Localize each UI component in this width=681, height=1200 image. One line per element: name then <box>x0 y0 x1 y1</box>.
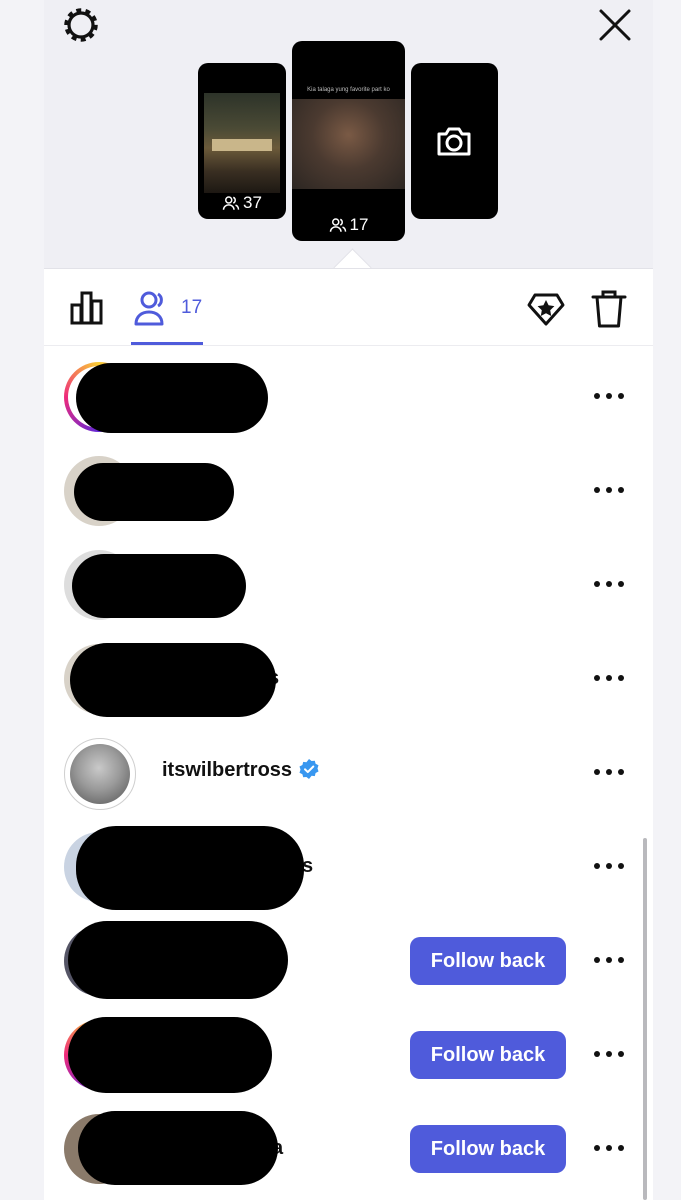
story-1-views: 37 <box>198 193 286 213</box>
tab-viewers[interactable]: 17 <box>131 288 202 328</box>
poster-title-band <box>212 139 272 151</box>
viewer-row[interactable]: s <box>44 821 653 913</box>
viewers-icon <box>222 196 240 210</box>
camera-icon <box>437 127 471 156</box>
redacted-username <box>70 643 276 717</box>
add-story-camera-tile[interactable] <box>411 63 498 219</box>
preview-divider <box>44 268 653 269</box>
more-options-icon[interactable] <box>594 769 624 777</box>
viewer-row[interactable]: itswilbertross <box>44 727 653 819</box>
viewer-row[interactable] <box>44 539 653 631</box>
redacted-username <box>76 826 304 910</box>
story-1-view-count: 37 <box>243 193 262 212</box>
verified-badge-icon <box>299 759 319 779</box>
avatar-image <box>70 744 130 804</box>
more-options-icon[interactable] <box>594 1145 624 1153</box>
redacted-username <box>76 363 268 433</box>
more-options-icon[interactable] <box>594 581 624 589</box>
story-2-caption: Kia talaga yung favorite part ko <box>307 87 390 93</box>
trash-icon[interactable] <box>590 289 628 329</box>
viewer-row[interactable] <box>44 445 653 537</box>
viewers-icon <box>134 291 164 326</box>
redacted-username <box>74 463 234 521</box>
more-options-icon[interactable] <box>594 957 624 965</box>
story-2-photo <box>292 99 405 189</box>
viewer-row[interactable]: a Follow back <box>44 1103 653 1195</box>
viewer-row[interactable]: a Follow back <box>44 915 653 1007</box>
follow-back-button[interactable]: Follow back <box>410 937 566 985</box>
tab-divider <box>44 345 653 346</box>
redacted-username <box>68 921 288 999</box>
redacted-username <box>78 1111 278 1185</box>
close-icon[interactable] <box>596 6 634 44</box>
username-text: itswilbertross <box>162 759 293 781</box>
follow-back-button[interactable]: Follow back <box>410 1031 566 1079</box>
story-thumbnail-1[interactable]: 37 <box>198 63 286 219</box>
redacted-username <box>72 554 246 618</box>
more-options-icon[interactable] <box>594 1051 624 1059</box>
story-thumbnail-2-selected[interactable]: Kia talaga yung favorite part ko 17 <box>292 41 405 241</box>
redacted-username <box>68 1017 272 1093</box>
viewer-row[interactable] <box>44 351 653 443</box>
avatar[interactable] <box>64 738 136 810</box>
story-2-view-count: 17 <box>349 215 369 234</box>
scrollbar[interactable] <box>643 838 647 1200</box>
username[interactable]: itswilbertross <box>162 759 319 782</box>
more-options-icon[interactable] <box>594 675 624 683</box>
viewer-row[interactable]: Follow back <box>44 1009 653 1101</box>
more-options-icon[interactable] <box>594 863 624 871</box>
more-options-icon[interactable] <box>594 393 624 401</box>
insights-bar-chart-icon[interactable] <box>68 289 106 327</box>
more-options-icon[interactable] <box>594 487 624 495</box>
viewers-tab-count: 17 <box>181 297 203 318</box>
story-2-views: 17 <box>292 215 405 235</box>
highlight-icon[interactable] <box>526 289 566 329</box>
viewers-icon <box>329 218 346 232</box>
settings-gear-icon[interactable] <box>62 6 100 44</box>
follow-back-button[interactable]: Follow back <box>410 1125 566 1173</box>
viewer-row[interactable]: s <box>44 633 653 725</box>
